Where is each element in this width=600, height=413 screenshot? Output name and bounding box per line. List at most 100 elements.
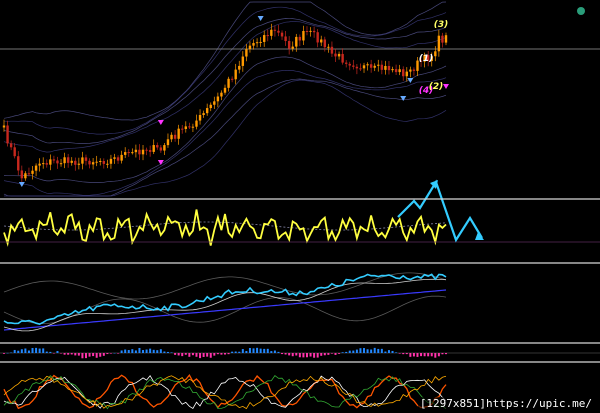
histogram-bar: [341, 352, 344, 353]
histogram-bar: [234, 351, 237, 353]
histogram-bar: [359, 348, 362, 353]
candle-body: [170, 134, 173, 140]
candle-body: [188, 126, 191, 128]
candle-body: [42, 163, 45, 165]
candle-body: [223, 87, 227, 93]
histogram-bar: [202, 353, 205, 357]
candle-body: [148, 150, 152, 152]
candle-body: [405, 71, 408, 77]
candle-body: [56, 160, 59, 164]
histogram-bar: [195, 353, 198, 357]
histogram-bar: [99, 353, 102, 357]
histogram-bar: [305, 353, 308, 358]
candle-body: [266, 35, 269, 37]
histogram-bar: [327, 353, 330, 355]
histogram-bar: [266, 348, 269, 353]
candle-body: [316, 32, 319, 43]
candle-body: [159, 147, 163, 151]
candle-body: [234, 69, 237, 80]
oscillator-panel: [0, 179, 600, 247]
histogram-bar: [263, 348, 266, 353]
histogram-bar: [20, 349, 23, 353]
candle-body: [9, 143, 13, 148]
signal-arrow: [257, 16, 264, 21]
candle-body: [152, 145, 155, 152]
candle-body: [131, 152, 134, 154]
histogram-bar: [166, 351, 169, 353]
candle-body: [24, 173, 27, 179]
candle-body: [441, 35, 444, 43]
candle-body: [95, 161, 98, 163]
candle-body: [391, 69, 394, 71]
histogram-bar: [288, 353, 291, 356]
candle-body: [298, 36, 302, 41]
histogram-bar: [352, 350, 355, 353]
histogram-bar: [284, 353, 287, 355]
candle-body: [123, 152, 127, 155]
candle-body: [241, 56, 245, 66]
candle-body: [116, 157, 120, 161]
candle-body: [402, 69, 405, 77]
histogram-bar: [377, 348, 380, 353]
histogram-bar: [245, 351, 248, 353]
candle-body: [77, 163, 81, 165]
histogram-bar: [434, 353, 437, 358]
histogram-bar: [348, 350, 351, 353]
histogram-bar: [6, 352, 9, 354]
histogram-bar: [124, 349, 127, 353]
candle-body: [6, 125, 9, 144]
histogram-bar: [259, 348, 262, 353]
histogram-bar: [17, 350, 20, 353]
histogram-bar: [427, 353, 430, 357]
wave-label: (1): [419, 54, 434, 64]
candle-body: [394, 69, 398, 73]
histogram-bar: [437, 353, 440, 357]
candle-body: [141, 149, 145, 155]
status-dot: [577, 7, 585, 15]
histogram-bar: [10, 352, 13, 354]
histogram-bar: [334, 353, 337, 355]
candle-body: [184, 126, 187, 130]
candle-body: [220, 92, 223, 97]
candle-body: [13, 147, 16, 157]
candle-body: [341, 53, 344, 63]
histogram-bar: [45, 351, 48, 353]
histogram-bar: [102, 353, 105, 356]
histogram-bar: [213, 353, 216, 356]
candle-body: [337, 53, 341, 57]
candle-body: [359, 68, 362, 70]
candle-body: [216, 96, 220, 102]
histogram-bar: [138, 347, 141, 353]
candle-body: [366, 64, 369, 66]
histogram-bar: [241, 349, 244, 353]
histogram-panel: [0, 347, 600, 359]
candle-body: [287, 41, 291, 49]
candle-body: [66, 157, 70, 163]
candle-body: [145, 149, 148, 151]
histogram-bar: [277, 351, 280, 353]
oscillator-signal: [3, 221, 447, 231]
histogram-bar: [170, 352, 173, 353]
candle-body: [17, 156, 20, 171]
candle-body: [437, 35, 441, 52]
histogram-bar: [316, 353, 319, 358]
histogram-bar: [338, 353, 341, 354]
candle-body: [99, 160, 102, 162]
histogram-bar: [3, 353, 5, 354]
histogram-bar: [216, 353, 219, 355]
histogram-bar: [420, 353, 423, 357]
histogram-bar: [13, 349, 16, 353]
histogram-bar: [398, 353, 401, 354]
histogram-bar: [273, 350, 276, 353]
histogram-bar: [88, 353, 91, 357]
histogram-bar: [416, 353, 419, 357]
candle-body: [134, 149, 138, 153]
histogram-bar: [156, 350, 159, 353]
candle-body: [369, 64, 373, 68]
histogram-bar: [49, 351, 52, 353]
histogram-bar: [323, 353, 326, 356]
trading-chart: (3)(4)(1)(2): [0, 1, 600, 410]
histogram-bar: [313, 353, 316, 358]
candle-body: [198, 114, 202, 121]
histogram-bar: [231, 351, 234, 353]
